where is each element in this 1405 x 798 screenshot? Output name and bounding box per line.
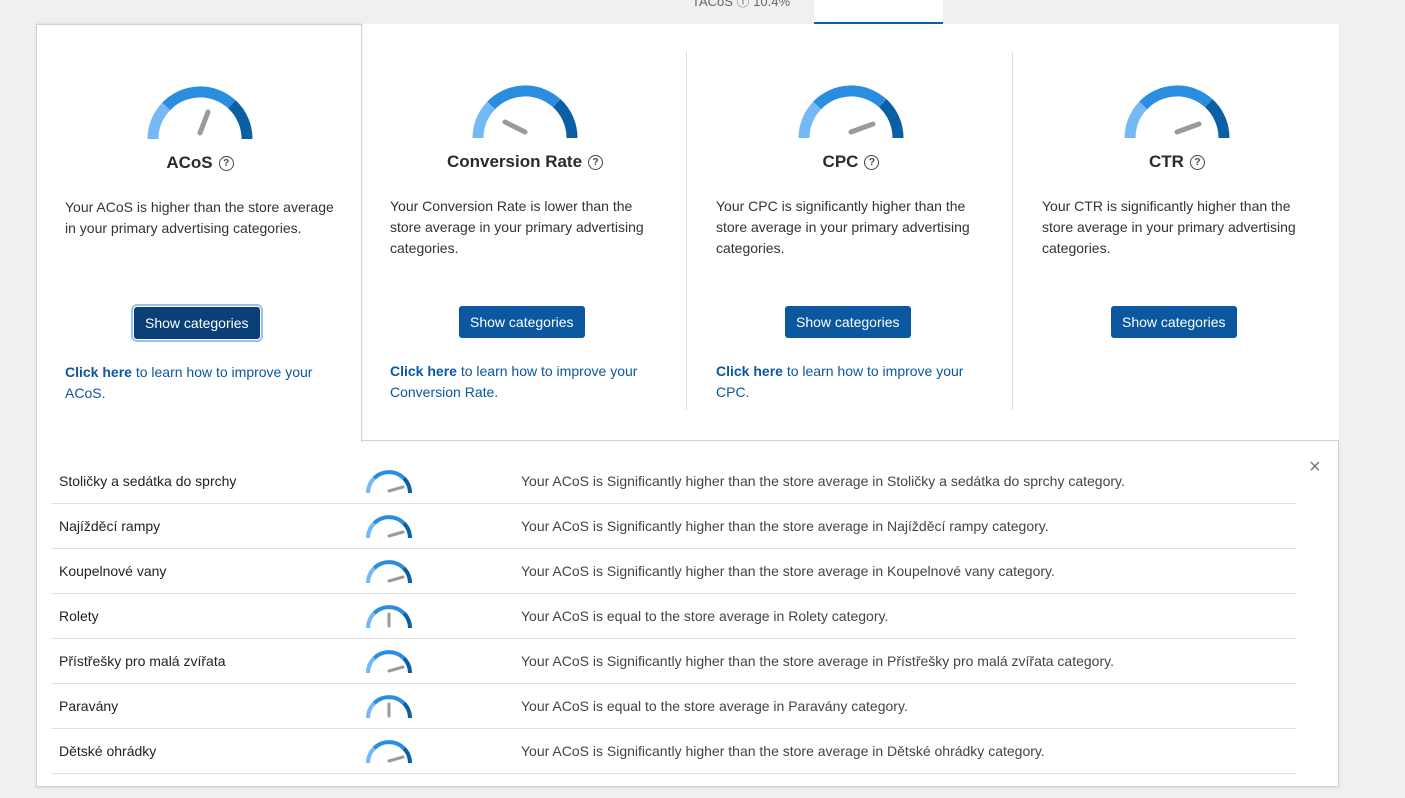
gauge-icon xyxy=(366,560,412,583)
category-message: Your ACoS is equal to the store average … xyxy=(521,608,889,624)
conversion-rate-gauge-icon xyxy=(472,85,578,138)
close-icon[interactable]: × xyxy=(1309,457,1321,477)
help-icon[interactable]: ? xyxy=(864,155,880,170)
category-message: Your ACoS is equal to the store average … xyxy=(521,698,908,714)
metric-card-acos: ACoS? Your ACoS is higher than the store… xyxy=(36,24,362,442)
category-row: Dětské ohrádky Your ACoS is Significantly… xyxy=(51,729,1296,774)
show-categories-button-conversion-rate[interactable]: Show categories xyxy=(459,306,585,338)
gauge-icon xyxy=(366,695,412,718)
help-icon[interactable]: ? xyxy=(588,155,604,170)
category-message: Your ACoS is Significantly higher than t… xyxy=(521,518,1049,534)
category-name: Rolety xyxy=(59,608,99,624)
category-row: Rolety Your ACoS is equal to the store av… xyxy=(51,594,1296,639)
category-row: Koupelnové vany Your ACoS is Significantl… xyxy=(51,549,1296,594)
column-divider xyxy=(1012,52,1013,410)
gauge-icon xyxy=(366,740,412,763)
category-message: Your ACoS is Significantly higher than t… xyxy=(521,473,1125,489)
metric-description: Your CPC is significantly higher than th… xyxy=(716,198,970,256)
metric-card-conversion-rate: Conversion Rate? Your Conversion Rate is… xyxy=(362,24,688,440)
acos-gauge-icon xyxy=(147,86,253,139)
category-name: Koupelnové vany xyxy=(59,563,167,579)
column-divider xyxy=(686,52,687,410)
metric-title-conversion-rate: Conversion Rate? xyxy=(362,152,688,172)
ctr-gauge-icon xyxy=(1124,85,1230,138)
category-name: Stoličky a sedátka do sprchy xyxy=(59,473,237,489)
category-name: Dětské ohrádky xyxy=(59,743,157,759)
metric-title-acos: ACoS? xyxy=(37,153,363,173)
tab-strip: TACoS ⓘ 10.4% xyxy=(0,0,1405,24)
gauge-icon xyxy=(366,605,412,628)
categories-panel: × Stoličky a sedátka do sprchy Your ACoS … xyxy=(36,440,1339,787)
metric-description: Your Conversion Rate is lower than the s… xyxy=(390,198,644,256)
show-categories-button-acos[interactable]: Show categories xyxy=(131,304,263,342)
tab-active[interactable] xyxy=(814,0,943,24)
metric-description: Your ACoS is higher than the store avera… xyxy=(65,199,334,236)
metric-card-ctr: CTR? Your CTR is significantly higher th… xyxy=(1014,24,1340,440)
help-icon[interactable]: ? xyxy=(218,156,234,171)
gauge-icon xyxy=(366,515,412,538)
category-message: Your ACoS is Significantly higher than t… xyxy=(521,653,1114,669)
category-message: Your ACoS is Significantly higher than t… xyxy=(521,743,1045,759)
category-message: Your ACoS is Significantly higher than t… xyxy=(521,563,1055,579)
category-name: Přístřešky pro malá zvířata xyxy=(59,653,226,669)
gauge-icon xyxy=(366,650,412,673)
metric-title-ctr: CTR? xyxy=(1014,152,1340,172)
show-categories-button-ctr[interactable]: Show categories xyxy=(1111,306,1237,338)
show-categories-button-cpc[interactable]: Show categories xyxy=(785,306,911,338)
metrics-panel: ACoS? Your ACoS is higher than the store… xyxy=(36,24,1340,442)
learn-link-cpc[interactable]: Click here to learn how to improve your … xyxy=(716,361,996,403)
metric-title-cpc: CPC? xyxy=(688,152,1014,172)
learn-link-acos[interactable]: Click here to learn how to improve your … xyxy=(65,362,345,404)
tab-tacos[interactable]: TACoS ⓘ 10.4% xyxy=(692,0,790,10)
metric-description: Your CTR is significantly higher than th… xyxy=(1042,198,1296,256)
category-name: Najížděcí rampy xyxy=(59,518,161,534)
metric-card-cpc: CPC? Your CPC is significantly higher th… xyxy=(688,24,1014,440)
category-name: Paravány xyxy=(59,698,119,714)
learn-link-conversion-rate[interactable]: Click here to learn how to improve your … xyxy=(390,361,670,403)
cpc-gauge-icon xyxy=(798,85,904,138)
gauge-icon xyxy=(366,470,412,493)
category-row: Najížděcí rampy Your ACoS is Significantl… xyxy=(51,504,1296,549)
category-row: Stoličky a sedátka do sprchy Your ACoS is… xyxy=(51,459,1296,504)
category-row: Paravány Your ACoS is equal to the store … xyxy=(51,684,1296,729)
category-row: Přístřešky pro malá zvířata Your ACoS is … xyxy=(51,639,1296,684)
help-icon[interactable]: ? xyxy=(1189,155,1205,170)
